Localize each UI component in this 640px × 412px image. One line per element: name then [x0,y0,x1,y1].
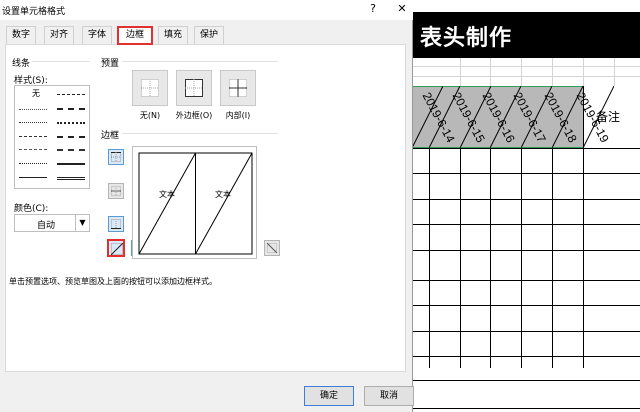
preset-none-button[interactable] [132,70,168,106]
table-column-line [429,148,430,368]
format-cells-dialog: 设置单元格格式 ? ✕ 数字 对齐 字体 边框 填充 保护 线条 样式(S): … [0,0,414,412]
gridline [552,58,553,86]
gridline [412,66,640,67]
line-section-title: 线条 [12,59,31,69]
divider [122,133,278,134]
help-icon[interactable]: ? [366,2,380,16]
border-diagonal-up-toggle[interactable] [107,239,125,257]
border-top-toggle[interactable] [108,149,124,165]
tab-fill[interactable]: 填充 [158,26,188,44]
color-dropdown[interactable]: 自动 ▼ [14,214,90,232]
line-style-none[interactable]: 无 [32,88,40,99]
preview-text-right: 文本 [215,190,231,199]
dialog-title: 设置单元格格式 [2,7,66,17]
border-preview[interactable]: 文本 文本 [132,146,257,259]
line-style-option[interactable] [57,122,85,124]
table-column-line [583,86,584,368]
border-inside-horizontal-toggle[interactable] [108,183,124,199]
border-bottom-toggle[interactable] [108,216,124,232]
preset-inside-label: 内部(I) [225,111,251,120]
line-style-option[interactable] [19,177,47,178]
table-row-line [412,173,640,174]
sheet-title: 表头制作 [420,25,513,51]
preset-outline-icon [185,79,203,97]
line-style-option[interactable] [19,109,47,110]
preset-inside-button[interactable] [220,70,256,106]
preset-outline-button[interactable] [176,70,212,106]
gridline [412,76,640,77]
border-preview-drawing [138,152,253,255]
line-style-option[interactable] [57,108,85,110]
border-diagonal-up-icon [111,243,123,255]
line-style-option[interactable] [19,122,47,123]
table-row-line [412,199,640,200]
preview-text-left: 文本 [159,190,175,199]
sheet-title-banner[interactable]: 表头制作 [412,12,640,58]
line-style-option[interactable] [57,177,85,180]
border-inside-horizontal-icon [111,186,121,196]
ok-button[interactable]: 确定 [304,386,354,406]
cancel-button[interactable]: 取消 [364,386,414,406]
divider [122,61,278,62]
tab-font[interactable]: 字体 [82,26,112,44]
gridline [614,58,615,86]
line-style-option[interactable] [57,94,85,95]
close-icon[interactable]: ✕ [395,2,409,16]
divider [32,61,90,62]
table-column-line [490,148,491,368]
tab-number[interactable]: 数字 [6,26,36,44]
gridline [460,58,461,86]
table-row-line [412,356,640,357]
preset-none-label: 无(N) [139,111,161,120]
table-row-line [412,250,640,251]
table-row-line [412,380,640,381]
line-style-option[interactable] [19,136,47,137]
gridline [521,58,522,86]
gridline [490,58,491,86]
table-row-line [412,305,640,306]
preset-none-icon [141,79,159,97]
table-row-line [412,224,640,225]
tab-border[interactable]: 边框 [117,26,153,45]
chevron-down-icon[interactable]: ▼ [75,215,89,231]
hint-text: 单击预置选项、预览草图及上面的按钮可以添加边框样式。 [9,277,217,286]
dialog-titlebar[interactable]: 设置单元格格式 ? ✕ [0,0,413,20]
table-row-line [412,280,640,281]
border-bottom-icon [111,219,121,229]
color-value: 自动 [37,221,56,231]
tab-protection[interactable]: 保护 [194,26,224,44]
line-style-list[interactable]: 无 [14,85,90,189]
table-column-line [521,148,522,368]
table-column-line [460,148,461,368]
remark-header: 备注 [596,110,621,124]
table-row-line [412,331,640,332]
preset-outline-label: 外边框(O) [175,111,213,120]
border-top-icon [111,152,121,162]
preset-section-title: 预置 [101,59,120,69]
table-row-line [412,408,640,409]
line-style-option[interactable] [57,136,85,138]
tab-alignment[interactable]: 对齐 [44,26,74,44]
line-style-option[interactable] [19,149,47,150]
gridline [583,58,584,86]
line-style-option[interactable] [57,163,85,165]
border-diagonal-down-toggle[interactable] [264,240,280,256]
line-style-option[interactable] [57,149,85,151]
color-label: 颜色(C): [14,204,49,214]
table-row-line [412,148,640,149]
border-diagonal-down-icon [267,243,277,253]
preset-inside-icon [229,79,247,97]
border-section-title: 边框 [101,131,120,141]
table-column-line [552,148,553,368]
line-style-option[interactable] [19,163,47,164]
